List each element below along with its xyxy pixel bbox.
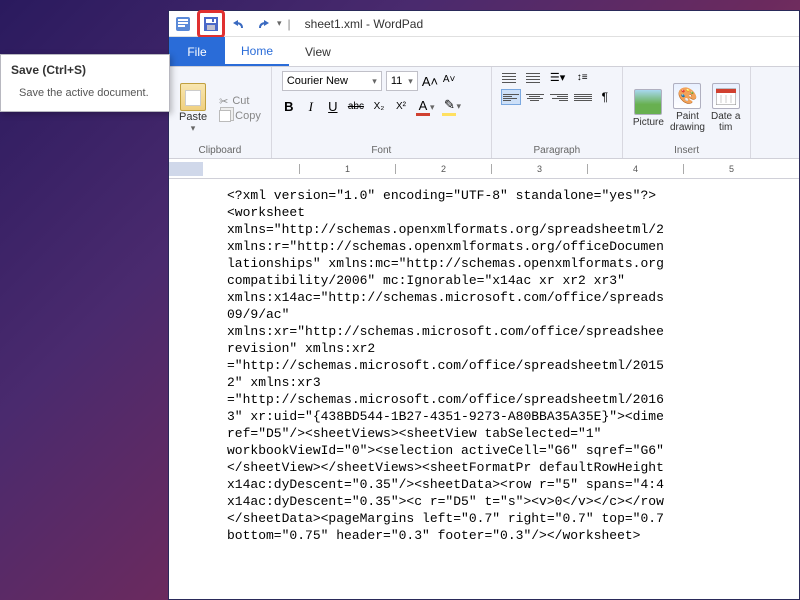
- wordpad-window: ▾ | sheet1.xml - WordPad File Home View …: [168, 10, 800, 600]
- horizontal-ruler[interactable]: 1 2 3 4 5: [169, 159, 799, 179]
- clipboard-group: Paste ▾ Cut Copy Clipboard: [169, 67, 272, 158]
- paste-dropdown-icon: ▾: [191, 123, 196, 134]
- paint-label: Paint drawing: [670, 111, 705, 133]
- align-justify-button[interactable]: [574, 90, 592, 104]
- font-color-button[interactable]: A▾: [416, 98, 435, 116]
- copy-label: Copy: [235, 110, 261, 122]
- paragraph-dialog-button[interactable]: ¶: [598, 90, 612, 104]
- underline-button[interactable]: U: [326, 99, 340, 114]
- picture-icon: [634, 89, 662, 115]
- bullets-button[interactable]: ☰▾: [550, 71, 565, 84]
- cut-label: Cut: [232, 95, 249, 107]
- paste-button[interactable]: Paste ▾: [179, 83, 207, 134]
- tooltip-title: Save (Ctrl+S): [11, 63, 159, 77]
- save-button[interactable]: [201, 14, 221, 34]
- save-button-highlight: [197, 10, 225, 38]
- ruler-mark: 4: [587, 164, 683, 174]
- window-title: sheet1.xml - WordPad: [305, 17, 424, 31]
- copy-icon: [219, 110, 231, 122]
- line-spacing-button[interactable]: ↕≡: [575, 72, 589, 83]
- ruler-mark: 1: [299, 164, 395, 174]
- align-right-button[interactable]: [550, 90, 568, 104]
- insert-datetime-button[interactable]: Date a tim: [711, 83, 740, 133]
- copy-button[interactable]: Copy: [219, 110, 261, 122]
- cut-button[interactable]: Cut: [219, 95, 261, 108]
- view-tab[interactable]: View: [289, 37, 347, 66]
- insert-paint-button[interactable]: 🎨 Paint drawing: [670, 83, 705, 133]
- paste-icon: [180, 83, 206, 111]
- title-separator: |: [288, 17, 291, 31]
- italic-button[interactable]: I: [304, 99, 318, 115]
- font-group-label: Font: [371, 145, 391, 156]
- ribbon-tabs: File Home View: [169, 37, 799, 67]
- tooltip-body: Save the active document.: [11, 87, 159, 99]
- ribbon: Paste ▾ Cut Copy Clipboard Courier New▾ …: [169, 67, 799, 159]
- decrease-indent-button[interactable]: [502, 73, 516, 83]
- calendar-icon: [712, 83, 740, 109]
- file-tab[interactable]: File: [169, 37, 225, 66]
- clipboard-group-label: Clipboard: [199, 145, 242, 156]
- bold-button[interactable]: B: [282, 99, 296, 114]
- redo-button[interactable]: [253, 14, 273, 34]
- align-center-button[interactable]: [526, 90, 544, 104]
- paint-icon: 🎨: [673, 83, 701, 109]
- subscript-button[interactable]: X₂: [372, 101, 386, 112]
- strikethrough-button[interactable]: abc: [348, 101, 364, 112]
- font-size-select[interactable]: 11▾: [386, 71, 418, 91]
- grow-font-button[interactable]: A˄: [422, 74, 438, 89]
- increase-indent-button[interactable]: [526, 73, 540, 83]
- shrink-font-button[interactable]: A˅: [442, 74, 456, 89]
- font-name-select[interactable]: Courier New▾: [282, 71, 382, 91]
- paragraph-group: ☰▾ ↕≡ ¶ Paragraph: [492, 67, 623, 158]
- paste-label: Paste: [179, 111, 207, 123]
- picture-label: Picture: [633, 117, 664, 128]
- highlight-button[interactable]: ✎▾: [442, 97, 461, 116]
- superscript-button[interactable]: X²: [394, 101, 408, 112]
- font-group: Courier New▾ 11▾ A˄ A˅ B I U abc X₂ X² A…: [272, 67, 492, 158]
- ruler-mark: 2: [395, 164, 491, 174]
- titlebar: ▾ | sheet1.xml - WordPad: [169, 11, 799, 37]
- ruler-margin-indicator: [169, 162, 203, 176]
- undo-button[interactable]: [229, 14, 249, 34]
- align-left-button[interactable]: [502, 90, 520, 104]
- ruler-mark: 3: [491, 164, 587, 174]
- qat-customize-dropdown[interactable]: ▾: [277, 18, 282, 29]
- insert-picture-button[interactable]: Picture: [633, 89, 664, 128]
- save-tooltip: Save (Ctrl+S) Save the active document.: [0, 54, 170, 112]
- scissors-icon: [219, 95, 228, 108]
- document-area[interactable]: <?xml version="1.0" encoding="UTF-8" sta…: [169, 179, 799, 599]
- wordpad-app-icon[interactable]: [173, 14, 193, 34]
- paragraph-group-label: Paragraph: [533, 145, 580, 156]
- datetime-label: Date a tim: [711, 111, 740, 133]
- insert-group: Picture 🎨 Paint drawing Date a tim Inser…: [623, 67, 752, 158]
- insert-group-label: Insert: [674, 145, 699, 156]
- home-tab[interactable]: Home: [225, 37, 289, 66]
- ruler-mark: 5: [683, 164, 779, 174]
- document-content[interactable]: <?xml version="1.0" encoding="UTF-8" sta…: [227, 187, 799, 544]
- quick-access-toolbar: ▾: [173, 10, 282, 38]
